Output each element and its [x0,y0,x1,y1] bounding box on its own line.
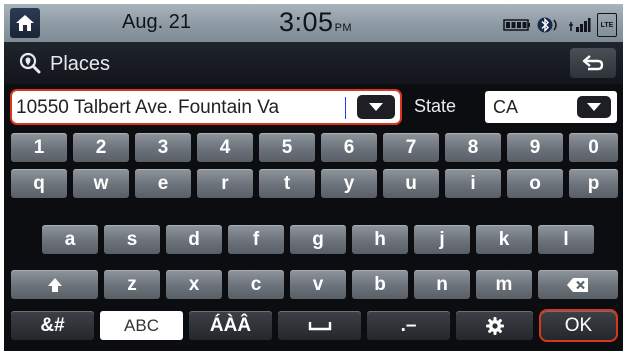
battery-icon [503,18,531,32]
input-row: 10550 Talbert Ave. Fountain Va State CA [4,86,623,130]
shift-key[interactable] [11,270,98,299]
chevron-down-icon [587,103,601,111]
state-value: CA [493,97,519,117]
key-j[interactable]: j [414,225,470,254]
home-icon [16,15,34,31]
space-key[interactable] [278,311,361,340]
key-g[interactable]: g [290,225,346,254]
page-title: Places [50,53,111,75]
key-u[interactable]: u [383,169,439,198]
key-3[interactable]: 3 [135,133,191,162]
signal-icon [567,17,591,33]
key-n[interactable]: n [414,270,470,299]
address-input[interactable]: 10550 Talbert Ave. Fountain Va [10,89,402,125]
state-dropdown-button[interactable] [577,96,611,118]
key-c[interactable]: c [228,270,284,299]
ok-button[interactable]: OK [539,309,618,342]
settings-key[interactable] [456,311,533,340]
dash-key[interactable]: .– [367,311,450,340]
key-4[interactable]: 4 [197,133,253,162]
key-6[interactable]: 6 [321,133,377,162]
key-y[interactable]: y [321,169,377,198]
lte-icon: LTE [597,13,617,37]
key-i[interactable]: i [445,169,501,198]
key-1[interactable]: 1 [11,133,67,162]
key-x[interactable]: x [166,270,222,299]
backspace-key[interactable] [538,270,618,299]
key-w[interactable]: w [73,169,129,198]
address-input-value: 10550 Talbert Ave. Fountain Va [16,97,280,118]
backspace-icon [567,277,588,292]
key-r[interactable]: r [197,169,253,198]
key-t[interactable]: t [259,169,315,198]
key-a[interactable]: a [42,225,98,254]
key-0[interactable]: 0 [569,133,618,162]
key-p[interactable]: p [569,169,618,198]
places-search-icon [19,52,41,74]
chevron-down-icon [369,103,383,111]
key-s[interactable]: s [104,225,160,254]
back-button[interactable] [570,48,616,78]
status-icons: LTE [503,13,617,37]
state-select[interactable]: CA [485,91,617,123]
title-bar: Places [4,42,623,84]
settings-icon [485,316,504,335]
text-cursor [345,97,346,119]
key-o[interactable]: o [507,169,563,198]
key-5[interactable]: 5 [259,133,315,162]
key-v[interactable]: v [290,270,346,299]
navigation-screen: Aug. 21 3:05PM LTE Places 10550 Talbert … [4,4,623,351]
back-arrow-icon [582,55,604,71]
status-time: 3:05PM [279,7,352,38]
key-m[interactable]: m [476,270,532,299]
key-e[interactable]: e [135,169,191,198]
status-time-value: 3:05 [279,7,334,37]
key-b[interactable]: b [352,270,408,299]
key-8[interactable]: 8 [445,133,501,162]
key-f[interactable]: f [228,225,284,254]
accents-key[interactable]: ÁÀÂ [189,311,272,340]
bluetooth-phone-icon [537,16,561,34]
key-l[interactable]: l [538,225,594,254]
status-bar: Aug. 21 3:05PM LTE [4,4,623,42]
key-d[interactable]: d [166,225,222,254]
key-2[interactable]: 2 [73,133,129,162]
address-dropdown-button[interactable] [357,95,395,119]
key-9[interactable]: 9 [507,133,563,162]
key-h[interactable]: h [352,225,408,254]
abc-key[interactable]: ABC [100,311,183,340]
symbols-key[interactable]: &# [11,311,94,340]
key-k[interactable]: k [476,225,532,254]
space-icon [308,321,331,330]
key-z[interactable]: z [104,270,160,299]
shift-icon [47,277,62,292]
key-q[interactable]: q [11,169,67,198]
status-ampm: PM [334,22,353,34]
state-label: State [414,96,457,116]
status-date: Aug. 21 [122,11,191,33]
home-button[interactable] [10,8,40,38]
key-7[interactable]: 7 [383,133,439,162]
